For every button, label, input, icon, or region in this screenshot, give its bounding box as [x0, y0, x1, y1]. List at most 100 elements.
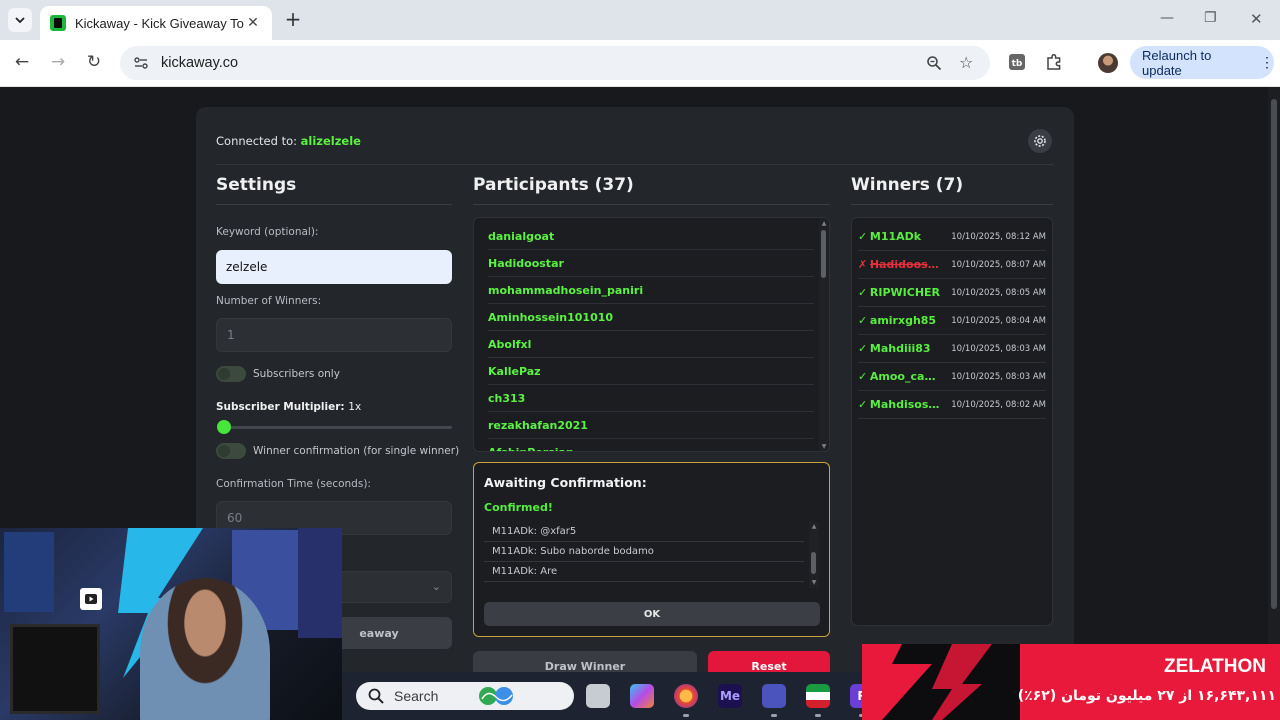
site-settings-icon[interactable]: [132, 54, 150, 72]
participant-item: AfshinPersian: [488, 439, 814, 452]
new-tab-plus-icon[interactable]: +: [282, 9, 304, 29]
webcam-overlay: [0, 528, 342, 720]
flag-app-icon[interactable]: [806, 684, 830, 708]
firefox-icon[interactable]: [674, 684, 698, 708]
winner-time: 10/10/2025, 08:05 AM: [951, 287, 1046, 298]
search-highlight-icon: [479, 687, 514, 705]
connection-status: Connected to: alizelzele: [216, 134, 361, 148]
firefox-running-indicator: [683, 714, 689, 717]
url-text: kickaway.co: [161, 55, 239, 71]
lightning-stripe-graphic: [862, 644, 992, 720]
multiplier-slider-thumb[interactable]: [217, 420, 231, 434]
window-restore-icon[interactable]: ❐: [1204, 10, 1217, 26]
zoom-icon[interactable]: [926, 55, 942, 75]
keyword-label: Keyword (optional):: [216, 226, 319, 238]
winner-time: 10/10/2025, 08:03 AM: [951, 343, 1046, 354]
more-vert-icon[interactable]: ⋮: [1260, 54, 1274, 71]
team-photo-frame: [298, 528, 342, 638]
confirmation-message: M11ADk: Are: [484, 562, 804, 582]
settings-rule: [216, 204, 452, 205]
confirmation-message: M11ADk: @xfar5: [484, 522, 804, 542]
wall-poster: [4, 532, 54, 612]
winner-name: M11ADk: [869, 230, 922, 243]
winners-title: Winners (7): [851, 175, 964, 195]
window-close-icon[interactable]: ✕: [1250, 10, 1263, 28]
kickaway-favicon-icon: [50, 15, 66, 31]
search-icon: [368, 688, 384, 704]
banner-title: ZELATHON: [1163, 656, 1266, 677]
participants-scroll-thumb[interactable]: [821, 230, 826, 278]
winners-count-label: Number of Winners:: [216, 295, 322, 307]
banner-subtitle: ۱۶,۶۴۳,۱۱۱ از ۲۷ میلیون تومان (۶۲٪): [1017, 688, 1276, 704]
svg-text:tb: tb: [1012, 59, 1023, 69]
confirmation-messages: M11ADk: @xfar5 M11ADk: Subo naborde bodam…: [484, 522, 819, 588]
relaunch-update-button[interactable]: Relaunch to update ⋮: [1130, 46, 1274, 79]
forward-arrow-icon[interactable]: →: [47, 52, 69, 72]
scroll-down-arrow-icon[interactable]: ▼: [819, 443, 829, 451]
winner-row: ✓ amirxgh85 10/10/2025, 08:04 AM: [858, 307, 1046, 335]
flag-app-running-indicator: [815, 714, 821, 717]
winner-row: ✓Amoo_cactus 10/10/2025, 08:03 AM: [858, 363, 1046, 391]
participant-item: danialgoat: [488, 223, 814, 250]
scroll-up-arrow-icon[interactable]: ▲: [819, 220, 829, 228]
confirmation-title: Awaiting Confirmation:: [484, 475, 647, 490]
profile-avatar[interactable]: [1098, 53, 1118, 73]
winner-row: ✓ RIPWICHER 10/10/2025, 08:05 AM: [858, 279, 1046, 307]
settings-title: Settings: [216, 175, 297, 195]
file-explorer-icon[interactable]: [586, 684, 610, 708]
ok-button[interactable]: OK: [484, 602, 820, 626]
relaunch-label: Relaunch to update: [1142, 47, 1212, 78]
multiplier-label: Subscriber Multiplier: 1x: [216, 401, 361, 413]
participant-item: Aminhossein101010: [488, 304, 814, 331]
winner-time: 10/10/2025, 08:12 AM: [951, 231, 1046, 242]
multiplier-label-text: Subscriber Multiplier:: [216, 401, 349, 413]
teams-icon[interactable]: [762, 684, 786, 708]
window-minimize-icon[interactable]: —: [1160, 10, 1174, 26]
zelathon-banner: ZELATHON ۱۶,۶۴۳,۱۱۱ از ۲۷ میلیون تومان (…: [862, 644, 1280, 720]
scroll-down-arrow-icon[interactable]: ▼: [809, 579, 819, 587]
gear-icon: [1034, 135, 1046, 147]
tab-close-icon[interactable]: ✕: [244, 15, 262, 31]
messages-scroll-thumb[interactable]: [811, 552, 816, 574]
winner-name: amirxgh85: [869, 314, 937, 327]
windows-taskbar: Search Me R: [342, 672, 874, 720]
winner-row: ✗ Hadidoostar 10/10/2025, 08:07 AM: [858, 251, 1046, 279]
winners-count-input[interactable]: 1: [216, 318, 452, 352]
participant-item: Abolfxl: [488, 331, 814, 358]
taskbar-search[interactable]: Search: [356, 682, 574, 710]
browser-tab-active[interactable]: Kickaway - Kick Giveaway Tool ✕: [40, 6, 272, 40]
winner-confirmation-toggle[interactable]: [216, 443, 246, 459]
multiplier-slider-track[interactable]: [220, 426, 452, 429]
page-scrollbar[interactable]: [1268, 87, 1280, 720]
subscribers-only-toggle[interactable]: [216, 366, 246, 382]
address-bar[interactable]: kickaway.co ☆: [120, 46, 990, 80]
check-icon: ✓: [858, 342, 868, 355]
winners-rule: [851, 204, 1053, 205]
page-scrollbar-thumb[interactable]: [1271, 99, 1277, 609]
reload-icon[interactable]: ↻: [83, 52, 105, 72]
winner-time: 10/10/2025, 08:04 AM: [951, 315, 1046, 326]
awaiting-confirmation-panel: Awaiting Confirmation: Confirmed! M11ADk…: [473, 462, 830, 637]
tab-title: Kickaway - Kick Giveaway Tool: [75, 15, 244, 31]
multiplier-unit: x: [354, 401, 362, 413]
check-icon: ✓: [858, 398, 868, 411]
extension-tb-icon[interactable]: tb: [1008, 53, 1028, 73]
confirmation-time-label: Confirmation Time (seconds):: [216, 478, 371, 490]
start-giveaway-label: eaway: [359, 626, 399, 640]
scroll-up-arrow-icon[interactable]: ▲: [809, 523, 819, 531]
tab-search-menu-button[interactable]: [8, 8, 32, 32]
messages-scrollbar[interactable]: ▲ ▼: [809, 522, 819, 588]
participants-scrollbar[interactable]: ▲ ▼: [819, 218, 829, 451]
keyword-input[interactable]: zelzele: [216, 250, 452, 284]
winner-name: RIPWICHER: [869, 286, 941, 299]
back-arrow-icon[interactable]: ←: [11, 52, 33, 72]
multiplier-value: 1: [348, 401, 355, 413]
bookmark-star-icon[interactable]: ☆: [959, 53, 973, 72]
subscribers-only-label: Subscribers only: [253, 368, 340, 380]
taskbar-search-label: Search: [394, 688, 439, 704]
participant-item: KallePaz: [488, 358, 814, 385]
settings-gear-button[interactable]: [1028, 129, 1052, 153]
copilot-icon[interactable]: [630, 684, 654, 708]
media-encoder-icon[interactable]: Me: [718, 684, 742, 708]
extensions-puzzle-icon[interactable]: [1045, 53, 1065, 73]
